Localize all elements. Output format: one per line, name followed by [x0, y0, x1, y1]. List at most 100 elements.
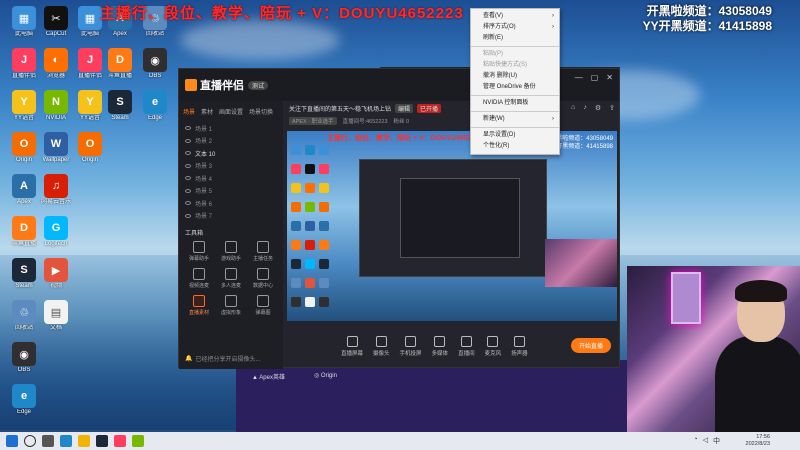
- control-button[interactable]: 麦克风: [485, 335, 501, 357]
- control-icon: [460, 335, 472, 347]
- scene-item[interactable]: 场景 1: [179, 122, 283, 135]
- ime-icon[interactable]: 中: [713, 436, 720, 446]
- taskbar: ◔ ◁ 中 17:56 2022/8/23: [0, 432, 800, 450]
- preview-mini-icon: [319, 202, 329, 212]
- eye-icon[interactable]: [185, 201, 191, 206]
- wallpaper-cloud: [180, 20, 340, 60]
- desktop-icon-label: 斗鱼直播: [107, 73, 132, 79]
- tool-button[interactable]: 弹幕助手: [183, 239, 215, 262]
- context-menu-item[interactable]: 排序方式(O) ›: [471, 22, 559, 33]
- eye-icon[interactable]: [185, 126, 191, 131]
- control-button[interactable]: 多媒体: [431, 335, 449, 357]
- tool-button[interactable]: 多人连麦: [215, 266, 247, 289]
- category-tag[interactable]: APEX · 职业选手: [289, 117, 337, 125]
- desktop-icon[interactable]: e Edge: [4, 384, 44, 416]
- preview-mini-icon: [319, 183, 329, 193]
- desktop-icon[interactable]: ◉ OBS: [4, 342, 44, 374]
- desktop-icon-label: Steam: [111, 115, 129, 121]
- menu-separator: [471, 127, 559, 128]
- control-label: 手机投屏: [399, 350, 422, 357]
- scene-item[interactable]: 场景 5: [179, 185, 283, 198]
- maximize-icon[interactable]: ▢: [591, 73, 599, 82]
- search-icon[interactable]: [24, 435, 36, 447]
- scene-item[interactable]: 场景 7: [179, 210, 283, 223]
- wifi-icon[interactable]: ◔: [693, 436, 697, 446]
- control-icon: [487, 335, 499, 347]
- nvidia-taskbar-icon[interactable]: [132, 435, 144, 447]
- tool-button[interactable]: 视频连麦: [183, 266, 215, 289]
- context-menu-item[interactable]: 新建(W) ›: [471, 114, 559, 125]
- scene-item[interactable]: 场景 4: [179, 172, 283, 185]
- app-version-badge[interactable]: 测试: [248, 80, 269, 90]
- share-icon[interactable]: ⇪: [609, 104, 615, 112]
- settings-icon[interactable]: ⚙: [595, 104, 601, 112]
- edge-icon[interactable]: [60, 435, 72, 447]
- eye-icon[interactable]: [185, 188, 191, 193]
- tool-button[interactable]: 直播素材: [183, 293, 215, 316]
- sidebar-tab[interactable]: 场景切换: [249, 107, 273, 116]
- sidebar-tab[interactable]: 场景: [183, 107, 195, 116]
- folder-icon[interactable]: [78, 435, 90, 447]
- launcher-item-apex[interactable]: ▲ Apex英雄: [252, 372, 285, 381]
- desktop-icon[interactable]: D 斗鱼直播: [100, 48, 140, 80]
- tool-button[interactable]: 虚拟形象: [215, 293, 247, 316]
- control-button[interactable]: 扬声器: [511, 335, 528, 357]
- bell-icon[interactable]: ♪: [583, 104, 587, 112]
- minimize-icon[interactable]: —: [575, 73, 583, 82]
- tool-button[interactable]: 主播任务: [247, 239, 279, 262]
- eye-icon[interactable]: [185, 176, 191, 181]
- context-menu-item: 粘贴(P): [471, 49, 559, 60]
- control-button[interactable]: 直播屏幕: [341, 335, 363, 357]
- desktop-icon[interactable]: S Steam: [100, 90, 140, 122]
- context-menu-item[interactable]: 显示设置(D): [471, 130, 559, 141]
- scene-item[interactable]: 场景 6: [179, 197, 283, 210]
- tool-button[interactable]: 弹幕图: [247, 293, 279, 316]
- desktop-icon[interactable]: ♫ 网易云音乐: [36, 174, 76, 206]
- scene-item[interactable]: 文本 10: [179, 147, 283, 160]
- desktop-icon[interactable]: ▤ 文档: [36, 300, 76, 332]
- control-button[interactable]: 直播间: [458, 335, 475, 357]
- volume-icon[interactable]: ◁: [703, 436, 708, 446]
- start-icon[interactable]: [6, 435, 18, 447]
- context-menu-item[interactable]: NVIDIA 控制面板: [471, 98, 559, 109]
- preview-overlay-text: 主播行、段位、教学、陪玩 + V：DOUYU4652223: [327, 135, 484, 142]
- sidebar-tab[interactable]: 素材: [201, 107, 213, 116]
- desktop-icon[interactable]: G Logitech: [36, 216, 76, 248]
- desktop-app-icon: J: [78, 48, 102, 72]
- desktop-app-icon: N: [44, 90, 68, 114]
- eye-icon[interactable]: [185, 213, 191, 218]
- tool-button[interactable]: 数据中心: [247, 266, 279, 289]
- tool-button[interactable]: 游戏助手: [215, 239, 247, 262]
- eye-icon[interactable]: [185, 163, 191, 168]
- context-menu-item[interactable]: 查看(V) ›: [471, 11, 559, 22]
- launcher-item-origin[interactable]: ◎ Origin: [314, 372, 337, 379]
- context-menu-item[interactable]: 管理 OneDrive 备份: [471, 82, 559, 93]
- notice-bar[interactable]: 🔔 已经把分享开启摄像头...: [185, 354, 261, 363]
- context-menu-item[interactable]: 个性化(R): [471, 141, 559, 152]
- preview-mini-icon: [291, 202, 301, 212]
- desktop-icon[interactable]: ▶ 视频: [36, 258, 76, 290]
- control-button[interactable]: 手机投屏: [399, 335, 422, 357]
- scene-item[interactable]: 场景 2: [179, 135, 283, 148]
- control-button[interactable]: 摄像头: [373, 335, 390, 357]
- context-menu-item[interactable]: 刷新(E): [471, 33, 559, 44]
- context-menu-item[interactable]: 撤消 删除(U): [471, 71, 559, 82]
- task-view-icon[interactable]: [42, 435, 54, 447]
- control-label: 多媒体: [431, 350, 449, 357]
- eye-icon[interactable]: [185, 138, 191, 143]
- sidebar-tab[interactable]: 画面设置: [219, 107, 243, 116]
- gift-icon[interactable]: ⌂: [571, 104, 575, 112]
- desktop-icon[interactable]: ◉ OBS: [135, 48, 175, 80]
- desktop-icon[interactable]: O Origin: [70, 132, 110, 164]
- desktop-icon-label: 视频: [49, 283, 62, 289]
- live-companion-taskbar-icon[interactable]: [114, 435, 126, 447]
- scene-item[interactable]: 场景 3: [179, 160, 283, 173]
- clock[interactable]: 17:56 2022/8/23: [746, 434, 770, 448]
- edit-tag[interactable]: 编辑: [395, 103, 414, 113]
- eye-icon[interactable]: [185, 151, 191, 156]
- close-icon[interactable]: ✕: [606, 73, 613, 82]
- steam-icon[interactable]: [96, 435, 108, 447]
- start-live-button[interactable]: 开始直播: [570, 338, 611, 353]
- desktop-icon[interactable]: e Edge: [135, 90, 175, 122]
- stream-preview[interactable]: 主播行、段位、教学、陪玩 + V：DOUYU4652223 开黑啦频道：4305…: [287, 131, 617, 321]
